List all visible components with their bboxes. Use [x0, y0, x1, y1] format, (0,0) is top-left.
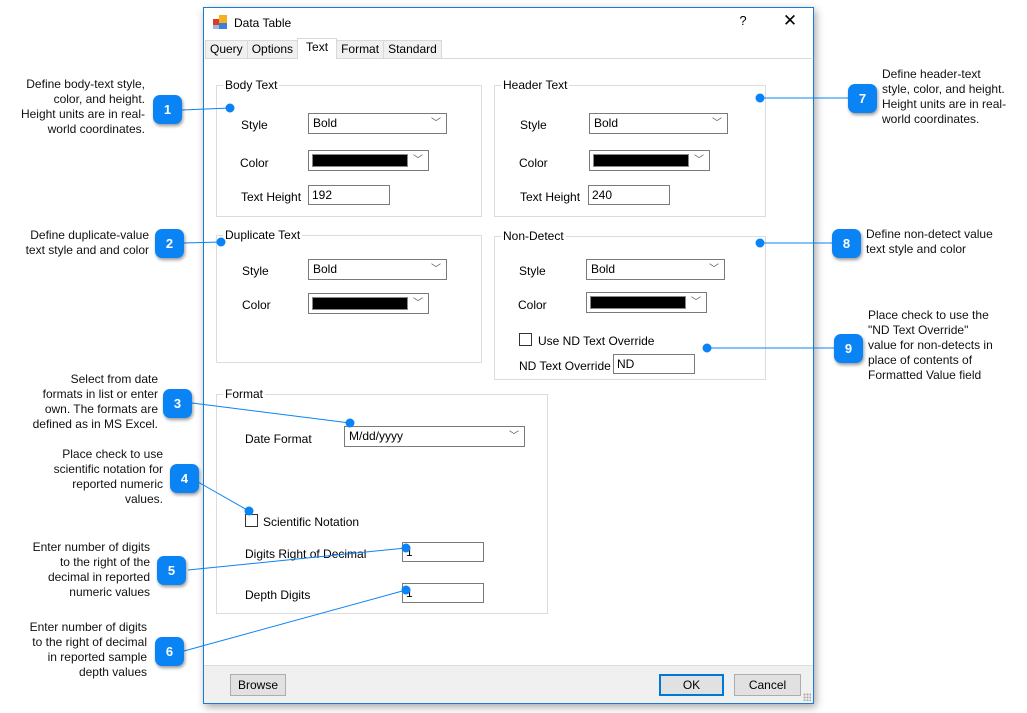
depth-digits-label: Depth Digits	[245, 588, 311, 602]
callout-2-text: Define duplicate-value text style and an…	[25, 228, 149, 257]
date-format-label: Date Format	[245, 432, 312, 446]
window-title: Data Table	[234, 16, 292, 30]
nd-style-label: Style	[519, 264, 546, 278]
header-style-select[interactable]: Bold ﹀	[589, 113, 728, 134]
chevron-down-icon: ﹀	[691, 297, 701, 308]
ok-button[interactable]: OK	[659, 674, 724, 696]
nd-color-label: Color	[518, 298, 547, 312]
dialog-footer: Browse OK Cancel	[204, 665, 813, 703]
callout-5-badge: 5	[157, 556, 186, 585]
callout-3-badge: 3	[163, 389, 192, 418]
header-style-value: Bold	[594, 116, 619, 130]
body-text-group: Body Text Style Bold ﹀ Color ﹀ Text Heig…	[216, 78, 482, 217]
scientific-notation-label[interactable]: Scientific Notation	[263, 515, 359, 529]
callout-8-badge: 8	[832, 229, 861, 258]
chevron-down-icon: ﹀	[694, 155, 704, 166]
header-style-label: Style	[520, 118, 547, 132]
callout-6-text: Enter number of digits to the right of d…	[29, 620, 147, 679]
header-text-group: Header Text Style Bold ﹀ Color ﹀ Text He…	[494, 78, 766, 217]
header-text-legend: Header Text	[501, 78, 570, 92]
callout-9-badge: 9	[834, 334, 863, 363]
callout-1-badge: 1	[153, 95, 182, 124]
tab-text[interactable]: Text	[297, 38, 338, 59]
header-color-swatch	[593, 154, 689, 167]
header-height-input[interactable]: 240	[588, 185, 670, 205]
header-color-label: Color	[519, 156, 548, 170]
nd-color-select[interactable]: ﹀	[586, 292, 707, 313]
date-format-value: M/dd/yyyy	[349, 429, 404, 443]
chevron-down-icon: ﹀	[712, 118, 722, 129]
tab-query[interactable]: Query	[205, 40, 248, 59]
close-button[interactable]: ✕	[781, 11, 799, 31]
chevron-down-icon: ﹀	[413, 155, 423, 166]
body-color-swatch	[312, 154, 408, 167]
nd-style-select[interactable]: Bold ﹀	[586, 259, 725, 280]
nd-color-swatch	[590, 296, 686, 309]
scientific-notation-checkbox[interactable]	[245, 514, 258, 527]
cancel-button[interactable]: Cancel	[734, 674, 801, 696]
non-detect-legend: Non-Detect	[501, 229, 566, 243]
tab-format[interactable]: Format	[336, 40, 385, 59]
callout-3-text: Select from date formats in list or ente…	[32, 372, 158, 431]
callout-6-badge: 6	[155, 637, 184, 666]
format-legend: Format	[223, 387, 266, 401]
callout-2-badge: 2	[155, 229, 184, 258]
tab-options[interactable]: Options	[246, 40, 299, 59]
callout-4-badge: 4	[170, 464, 199, 493]
body-color-label: Color	[240, 156, 269, 170]
callout-7-badge: 7	[848, 84, 877, 113]
chevron-down-icon: ﹀	[413, 298, 423, 309]
nd-override-checkbox-label[interactable]: Use ND Text Override	[538, 334, 654, 348]
resize-grip[interactable]	[803, 693, 811, 701]
nd-override-label: ND Text Override	[519, 359, 611, 373]
callout-5-text: Enter number of digits to the right of t…	[32, 540, 150, 599]
duplicate-style-select[interactable]: Bold ﹀	[308, 259, 447, 280]
nd-override-checkbox[interactable]	[519, 333, 532, 346]
browse-button[interactable]: Browse	[230, 674, 286, 696]
body-text-legend: Body Text	[223, 78, 280, 92]
depth-digits-input[interactable]: 1	[402, 583, 484, 603]
tab-standard[interactable]: Standard	[383, 40, 442, 59]
help-button[interactable]: ?	[735, 13, 751, 28]
callout-7-text: Define header-text style, color, and hei…	[882, 67, 1007, 126]
body-style-label: Style	[241, 118, 268, 132]
header-color-select[interactable]: ﹀	[589, 150, 710, 171]
date-format-combo[interactable]: M/dd/yyyy ﹀	[344, 426, 525, 447]
body-height-label: Text Height	[241, 190, 302, 204]
title-bar[interactable]: Data Table ? ✕	[204, 8, 813, 38]
nd-style-value: Bold	[591, 262, 616, 276]
duplicate-color-label: Color	[242, 298, 271, 312]
duplicate-color-select[interactable]: ﹀	[308, 293, 429, 314]
text-tab-panel: Body Text Style Bold ﹀ Color ﹀ Text Heig…	[205, 58, 812, 667]
duplicate-color-swatch	[312, 297, 408, 310]
header-height-label: Text Height	[520, 190, 581, 204]
body-height-input[interactable]: 192	[308, 185, 390, 205]
callout-4-text: Place check to use scientific notation f…	[53, 447, 163, 506]
chevron-down-icon: ﹀	[431, 118, 441, 129]
non-detect-group: Non-Detect Style Bold ﹀ Color ﹀ Use ND T…	[494, 229, 766, 380]
duplicate-text-legend: Duplicate Text	[223, 228, 303, 242]
nd-override-input[interactable]: ND	[613, 354, 695, 374]
data-table-dialog: Data Table ? ✕ Query Options Text Format…	[203, 7, 814, 704]
chevron-down-icon: ﹀	[709, 264, 719, 275]
duplicate-style-label: Style	[242, 264, 269, 278]
digits-right-input[interactable]: 1	[402, 542, 484, 562]
tab-strip: Query Options Text Format Standard	[205, 38, 442, 59]
callout-1-text: Define body-text style, color, and heigh…	[20, 77, 145, 136]
body-style-value: Bold	[313, 116, 338, 130]
duplicate-text-group: Duplicate Text Style Bold ﹀ Color ﹀	[216, 228, 482, 363]
duplicate-style-value: Bold	[313, 262, 338, 276]
chevron-down-icon: ﹀	[509, 431, 519, 442]
body-color-select[interactable]: ﹀	[308, 150, 429, 171]
format-group: Format Date Format M/dd/yyyy ﹀ Scientifi…	[216, 387, 548, 614]
callout-8-text: Define non-detect value text style and c…	[866, 227, 993, 256]
app-table-icon	[213, 15, 227, 29]
digits-right-label: Digits Right of Decimal	[245, 547, 367, 561]
body-style-select[interactable]: Bold ﹀	[308, 113, 447, 134]
callout-9-text: Place check to use the "ND Text Override…	[868, 308, 993, 382]
chevron-down-icon: ﹀	[431, 264, 441, 275]
